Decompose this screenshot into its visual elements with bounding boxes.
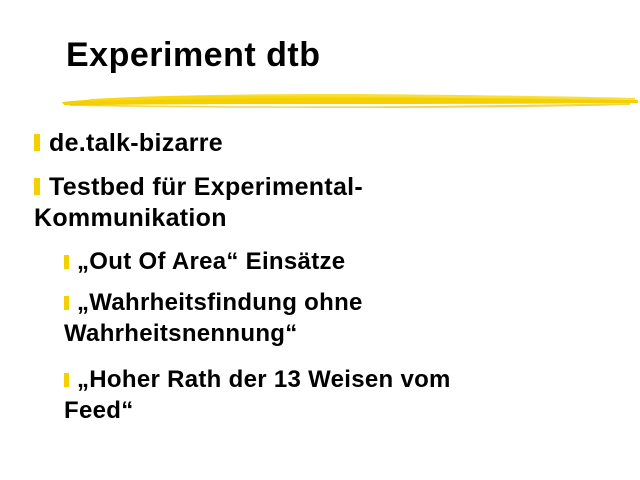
slide-title: Experiment dtb <box>66 36 321 74</box>
bullet-continuation: Kommunikation <box>34 203 227 234</box>
sub-bullet-text-line-1: „Wahrheitsfindung ohne <box>77 289 363 316</box>
bullet-marker <box>34 134 40 151</box>
sub-bullet-marker <box>64 296 69 310</box>
sub-bullet-continuation: Feed“ <box>64 395 134 426</box>
bullet-item: de.talk-bizarre <box>34 128 223 159</box>
bullet-text: de.talk-bizarre <box>49 129 224 157</box>
sub-bullet-item: „Out Of Area“ Einsätze <box>64 246 345 277</box>
sub-bullet-text-line-1: „Hoher Rath der 13 Weisen vom <box>77 366 451 393</box>
bullet-item: Testbed für Experimental- <box>34 172 363 203</box>
sub-bullet-continuation: Wahrheitsnennung“ <box>64 318 298 349</box>
sub-bullet-item: „Hoher Rath der 13 Weisen vom <box>64 364 451 395</box>
sub-bullet-text-line-2: Feed“ <box>64 397 134 424</box>
sub-bullet-item: „Wahrheitsfindung ohne <box>64 287 363 318</box>
sub-bullet-marker <box>64 373 69 387</box>
sub-bullet-marker <box>64 255 69 269</box>
bullet-text-line-1: Testbed für Experimental- <box>49 173 364 201</box>
bullet-marker <box>34 178 40 195</box>
sub-bullet-text-line-2: Wahrheitsnennung“ <box>64 320 298 347</box>
sub-bullet-text: „Out Of Area“ Einsätze <box>77 248 346 275</box>
title-underline-stroke <box>62 94 638 108</box>
bullet-text-line-2: Kommunikation <box>34 204 227 232</box>
